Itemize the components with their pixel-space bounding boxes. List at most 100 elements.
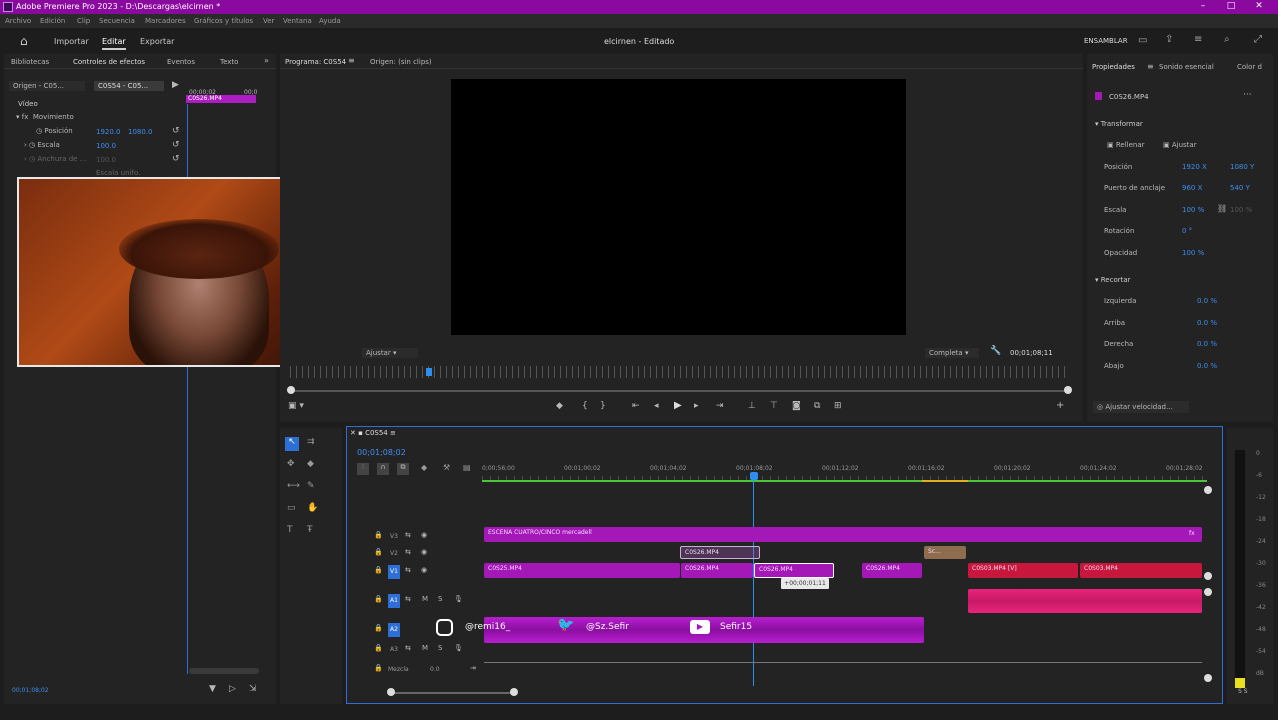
- search-icon[interactable]: ⌕: [1224, 34, 1230, 45]
- eye-icon[interactable]: ◉: [421, 566, 427, 574]
- workspace-icon[interactable]: ▭: [1138, 35, 1147, 46]
- timeline-seq-tab[interactable]: ✕ ▪ C0S54 ≡: [350, 429, 396, 437]
- snap-icon[interactable]: ⫶: [357, 463, 369, 475]
- v1-clip-b[interactable]: C0S26.MP4: [681, 563, 753, 578]
- mic-icon[interactable]: 🎙: [454, 595, 463, 603]
- maximize-icon[interactable]: □: [1224, 1, 1238, 13]
- pos-y-value[interactable]: 1080 Y: [1230, 163, 1254, 171]
- lock-icon[interactable]: 🔒: [374, 531, 383, 539]
- v1-clip-a[interactable]: C0S25.MP4: [484, 563, 680, 578]
- go-to-in-icon[interactable]: ⇤: [632, 401, 640, 411]
- link-icon[interactable]: ⛓: [1217, 204, 1227, 213]
- play-icon[interactable]: ▶: [172, 80, 179, 90]
- track-a2-label[interactable]: A2: [388, 623, 400, 637]
- source-clip-bar[interactable]: C0S26.MP4: [186, 95, 256, 103]
- tab-exportar[interactable]: Exportar: [140, 37, 174, 46]
- captions-icon[interactable]: ▤: [463, 463, 471, 472]
- chevron-right-icon[interactable]: »: [264, 56, 269, 65]
- go-to-out-icon[interactable]: ⇥: [716, 401, 724, 411]
- home-icon[interactable]: ⌂: [20, 34, 28, 48]
- mic-icon[interactable]: 🎙: [454, 644, 463, 652]
- multi-icon[interactable]: ⊞: [834, 401, 842, 411]
- menu-edicion[interactable]: Edición: [40, 17, 65, 25]
- more-icon[interactable]: ···: [1243, 90, 1252, 100]
- timeline-timecode[interactable]: 00;01;08;02: [357, 448, 406, 457]
- speed-button[interactable]: ◎ Ajustar velocidad...: [1093, 401, 1189, 413]
- hand-icon[interactable]: ✋: [307, 503, 318, 513]
- eye-icon[interactable]: ◉: [421, 531, 427, 539]
- menu-ventana[interactable]: Ventana: [283, 17, 312, 25]
- zoom-handle-left[interactable]: [387, 688, 395, 696]
- step-back-icon[interactable]: ◂: [654, 401, 659, 411]
- menu-ayuda[interactable]: Ayuda: [319, 17, 341, 25]
- ripple-icon[interactable]: ✥: [287, 459, 295, 469]
- minimize-icon[interactable]: –: [1196, 1, 1210, 13]
- play-icon[interactable]: ▷: [229, 684, 236, 694]
- transformar-header[interactable]: ▾ Transformar: [1095, 120, 1143, 128]
- sync-icon[interactable]: ⇆: [405, 644, 411, 652]
- timeline-zoom-bar[interactable]: [390, 692, 514, 694]
- opacidad-value[interactable]: 100 %: [1182, 249, 1204, 257]
- sync-icon[interactable]: ⇆: [405, 595, 411, 603]
- tab-programa[interactable]: Programa: C0S54: [285, 58, 346, 66]
- slip-icon[interactable]: ⟷: [287, 481, 300, 491]
- v1-clip-selected[interactable]: C0S26.MP4: [754, 563, 834, 578]
- menu-marcadores[interactable]: Marcadores: [145, 17, 186, 25]
- reset-icon[interactable]: ↺: [172, 154, 180, 164]
- tab-bibliotecas[interactable]: Bibliotecas: [11, 58, 49, 66]
- zoom-scrollbar[interactable]: [189, 668, 259, 674]
- recortar-header[interactable]: ▾ Recortar: [1095, 276, 1131, 284]
- reset-icon[interactable]: ↺: [172, 126, 180, 136]
- track-a3-label[interactable]: A3: [390, 646, 398, 653]
- track-v2-label[interactable]: V2: [390, 550, 398, 557]
- track-a1-label[interactable]: A1: [388, 594, 400, 608]
- link-icon[interactable]: ⧉: [397, 463, 409, 475]
- pen-icon[interactable]: ✎: [307, 481, 315, 491]
- quality-dropdown[interactable]: Completa ▾: [925, 348, 979, 358]
- v-scroll-handle[interactable]: [1204, 486, 1212, 494]
- v-scroll-handle[interactable]: [1204, 572, 1212, 580]
- marker-icon[interactable]: ◆: [421, 463, 427, 472]
- rotacion-value[interactable]: 0 °: [1182, 227, 1192, 235]
- tab-importar[interactable]: Importar: [54, 37, 89, 46]
- extract-icon[interactable]: ⊤: [770, 401, 778, 411]
- reset-icon[interactable]: ↺: [172, 140, 180, 150]
- zoom-handle-right[interactable]: [510, 688, 518, 696]
- v1-clip-f[interactable]: C0S03.MP4: [1080, 563, 1202, 578]
- lock-icon[interactable]: 🔒: [374, 624, 383, 632]
- camera-icon[interactable]: ◙: [792, 401, 801, 411]
- wrench-icon[interactable]: ⚒: [443, 463, 450, 472]
- tab-sonido-esencial[interactable]: Sonido esencial: [1159, 63, 1214, 71]
- posicion-y-value[interactable]: 1080.0: [128, 128, 153, 136]
- play-button[interactable]: ▶: [674, 400, 682, 411]
- program-ruler[interactable]: [290, 366, 1070, 378]
- movimiento-row[interactable]: ▾ fx Movimiento: [16, 113, 74, 121]
- lock-icon[interactable]: 🔒: [374, 548, 383, 556]
- v1-clip-e[interactable]: C0S03.MP4 [V]: [968, 563, 1078, 578]
- add-icon[interactable]: +: [1056, 400, 1064, 411]
- menu-icon[interactable]: ≡: [1194, 34, 1202, 45]
- compare-icon[interactable]: ⧉: [814, 401, 820, 411]
- escala-value[interactable]: 100 %: [1182, 206, 1204, 214]
- track-v3-label[interactable]: V3: [390, 533, 398, 540]
- timeline-playhead-handle[interactable]: [750, 472, 758, 480]
- step-forward-icon[interactable]: ▸: [694, 401, 699, 411]
- menu-archivo[interactable]: Archivo: [5, 17, 31, 25]
- lock-icon[interactable]: 🔒: [374, 664, 383, 672]
- out-point-icon[interactable]: }: [600, 401, 606, 411]
- a1-audio-clip[interactable]: [968, 589, 1202, 613]
- program-playhead[interactable]: [426, 368, 432, 376]
- escala-uniforme-label[interactable]: Escala unifo.: [96, 169, 140, 177]
- export-icon[interactable]: ⇲: [249, 684, 257, 694]
- arriba-value[interactable]: 0.0 %: [1197, 319, 1217, 327]
- solo-buttons[interactable]: S S: [1238, 688, 1248, 695]
- derecha-value[interactable]: 0.0 %: [1197, 340, 1217, 348]
- lock-icon[interactable]: 🔒: [374, 644, 383, 652]
- lock-icon[interactable]: 🔒: [374, 595, 383, 603]
- mute-icon[interactable]: M: [422, 644, 428, 652]
- settings-icon[interactable]: ▣ ▾: [288, 401, 304, 411]
- tab-editar[interactable]: Editar: [102, 37, 126, 50]
- sync-icon[interactable]: ⇆: [405, 548, 411, 556]
- zoom-handle-left[interactable]: [287, 386, 295, 394]
- rectangle-icon[interactable]: ▭: [287, 503, 296, 513]
